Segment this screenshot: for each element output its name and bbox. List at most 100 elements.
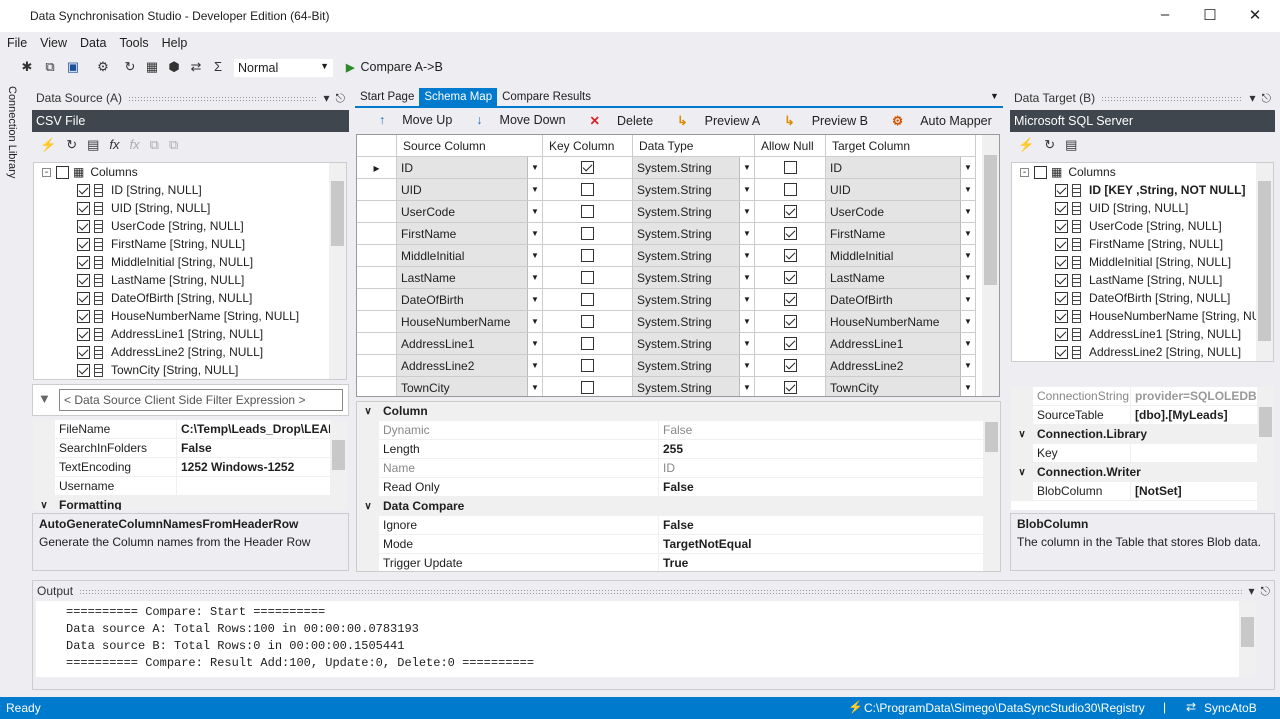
- property-value[interactable]: False: [177, 439, 212, 458]
- source-property-grid[interactable]: FileName C:\Temp\Leads_Drop\LEAD SearchInF…: [33, 420, 347, 510]
- target-column-select[interactable]: MiddleInitial ▼: [826, 245, 976, 267]
- new-icon[interactable]: ✱: [18, 59, 36, 77]
- row-indicator[interactable]: [357, 311, 397, 333]
- target-column-select[interactable]: FirstName ▼: [826, 223, 976, 245]
- properties-icon[interactable]: ▤: [1065, 137, 1077, 157]
- collapse-chevron-icon[interactable]: ∨: [1011, 463, 1033, 481]
- save-icon[interactable]: ▣: [64, 59, 82, 77]
- collapse-chevron-icon[interactable]: ∨: [1011, 425, 1033, 443]
- tab-compare-results[interactable]: Compare Results: [497, 88, 596, 106]
- key-column-checkbox[interactable]: [581, 161, 594, 174]
- allow-null[interactable]: [755, 267, 826, 289]
- menu-help[interactable]: Help: [155, 32, 194, 50]
- source-column-select[interactable]: TownCity ▼: [397, 377, 543, 396]
- property-value[interactable]: [NotSet]: [1131, 482, 1182, 501]
- key-column-checkbox[interactable]: [581, 205, 594, 218]
- allow-null[interactable]: [755, 157, 826, 179]
- column-checkbox[interactable]: [77, 201, 90, 215]
- chevron-down-icon[interactable]: ▼: [739, 355, 754, 376]
- allow-null[interactable]: [755, 289, 826, 311]
- schema-row[interactable]: FirstName ▼ System.String ▼ FirstName ▼: [357, 223, 999, 245]
- schema-row[interactable]: HouseNumberName ▼ System.String ▼ HouseNumbe…: [357, 311, 999, 333]
- pin-icon[interactable]: ⎋: [336, 91, 346, 106]
- tree-column-item[interactable]: UID [String, NULL]: [1012, 199, 1273, 217]
- delete-button[interactable]: ✕ Delete: [578, 113, 654, 128]
- tree-column-item[interactable]: DateOfBirth [String, NULL]: [34, 289, 346, 307]
- target-column-tree[interactable]: - ▦ Columns ID [KEY ,String, NOT NULL] UID […: [1011, 162, 1274, 362]
- chevron-down-icon[interactable]: ▼: [739, 289, 754, 310]
- menu-data[interactable]: Data: [73, 32, 112, 50]
- collapse-chevron-icon[interactable]: ∨: [357, 497, 379, 515]
- property-row[interactable]: Mode TargetNotEqual: [357, 535, 1000, 554]
- allow-null-checkbox[interactable]: [783, 359, 797, 372]
- key-column-checkbox[interactable]: [581, 315, 594, 328]
- chevron-down-icon[interactable]: ▼: [960, 267, 975, 288]
- allow-null-checkbox[interactable]: [783, 205, 797, 218]
- property-row[interactable]: Trigger Update True: [357, 554, 1000, 571]
- auto-mapper-button[interactable]: ⚙ Auto Mapper: [880, 113, 992, 128]
- column-checkbox[interactable]: [1055, 291, 1068, 305]
- allow-null-checkbox[interactable]: [783, 227, 797, 240]
- column-checkbox[interactable]: [77, 237, 90, 251]
- settings-icon[interactable]: ⚙: [94, 59, 112, 77]
- property-row[interactable]: Ignore False: [357, 516, 1000, 535]
- source-column-select[interactable]: LastName ▼: [397, 267, 543, 289]
- target-property-grid[interactable]: ConnectionString provider=SQLOLEDB; Source…: [1011, 387, 1274, 510]
- chevron-down-icon[interactable]: ▼: [739, 201, 754, 222]
- property-row[interactable]: SearchInFolders False: [33, 439, 347, 458]
- key-column-checkbox[interactable]: [581, 337, 594, 350]
- schema-row[interactable]: AddressLine2 ▼ System.String ▼ AddressLine2 ▼: [357, 355, 999, 377]
- column-checkbox[interactable]: [1055, 219, 1068, 233]
- property-category[interactable]: ∨ Column: [357, 402, 1000, 421]
- column-checkbox[interactable]: [77, 273, 90, 287]
- row-indicator[interactable]: [357, 223, 397, 245]
- tab-start-page[interactable]: Start Page: [355, 88, 419, 106]
- tree-column-item[interactable]: UID [String, NULL]: [34, 199, 346, 217]
- row-indicator[interactable]: [357, 201, 397, 223]
- chevron-down-icon[interactable]: ▼: [527, 377, 542, 396]
- allow-null-checkbox[interactable]: [783, 271, 797, 284]
- schema-row[interactable]: TownCity ▼ System.String ▼ TownCity ▼: [357, 377, 999, 396]
- source-column-select[interactable]: HouseNumberName ▼: [397, 311, 543, 333]
- key-column[interactable]: [543, 179, 633, 201]
- filter-expression-input[interactable]: < Data Source Client Side Filter Express…: [59, 389, 343, 411]
- column-header[interactable]: Key Column: [543, 135, 633, 157]
- schema-row[interactable]: UID ▼ System.String ▼ UID ▼: [357, 179, 999, 201]
- column-checkbox[interactable]: [77, 291, 90, 305]
- schema-row[interactable]: UserCode ▼ System.String ▼ UserCode ▼: [357, 201, 999, 223]
- tree-column-item[interactable]: ID [String, NULL]: [34, 181, 346, 199]
- pin-icon[interactable]: ⎋: [1261, 584, 1271, 599]
- allow-null-checkbox[interactable]: [783, 249, 797, 262]
- property-value[interactable]: [dbo].[MyLeads]: [1131, 406, 1228, 425]
- tree-column-item[interactable]: UserCode [String, NULL]: [34, 217, 346, 235]
- allow-null-checkbox[interactable]: [783, 315, 797, 328]
- chevron-down-icon[interactable]: ▼: [527, 311, 542, 332]
- menu-tools[interactable]: Tools: [112, 32, 154, 50]
- property-value[interactable]: TargetNotEqual: [659, 535, 751, 554]
- chevron-down-icon[interactable]: ▼: [739, 223, 754, 244]
- target-column-select[interactable]: LastName ▼: [826, 267, 976, 289]
- target-column-select[interactable]: ID ▼: [826, 157, 976, 179]
- allow-null-checkbox[interactable]: [783, 337, 797, 350]
- data-type-select[interactable]: System.String ▼: [633, 333, 755, 355]
- allow-null-checkbox[interactable]: [783, 293, 797, 306]
- key-column[interactable]: [543, 223, 633, 245]
- connect-icon[interactable]: ↻: [121, 59, 139, 77]
- source-column-select[interactable]: AddressLine1 ▼: [397, 333, 543, 355]
- target-column-select[interactable]: UID ▼: [826, 179, 976, 201]
- data-type-select[interactable]: System.String ▼: [633, 267, 755, 289]
- property-value[interactable]: False: [659, 516, 694, 535]
- tree-root[interactable]: - ▦ Columns: [1012, 163, 1273, 181]
- column-header[interactable]: Data Type: [633, 135, 755, 157]
- tree-column-item[interactable]: DateOfBirth [String, NULL]: [1012, 289, 1273, 307]
- property-row[interactable]: FileName C:\Temp\Leads_Drop\LEAD: [33, 420, 347, 439]
- tree-column-item[interactable]: AddressLine1 [String, NULL]: [1012, 325, 1273, 343]
- property-category[interactable]: ∨ Formatting: [33, 496, 347, 510]
- collapse-chevron-icon[interactable]: ∨: [357, 402, 379, 420]
- column-checkbox[interactable]: [77, 219, 90, 233]
- tree-column-item[interactable]: MiddleInitial [String, NULL]: [34, 253, 346, 271]
- property-row[interactable]: Key: [1011, 444, 1274, 463]
- property-value[interactable]: 1252 Windows-1252: [177, 458, 294, 477]
- allow-null[interactable]: [755, 355, 826, 377]
- data-type-select[interactable]: System.String ▼: [633, 157, 755, 179]
